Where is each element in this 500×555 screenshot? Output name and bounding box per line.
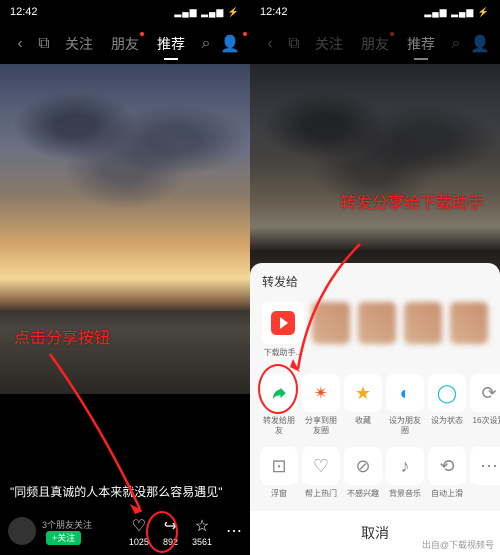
search-icon[interactable]: ⌕ bbox=[194, 35, 218, 53]
option-label: 16次设置 bbox=[473, 416, 500, 426]
action-row-2: ⊡ 浮窗 ♡ 帮上热门 ⊘ 不感兴趣 ♪ 背景音乐 ⟲ 自动上滑 ⋯ bbox=[250, 441, 500, 505]
option-icon: ⊡ bbox=[260, 447, 298, 485]
follow-button[interactable]: +关注 bbox=[46, 531, 81, 545]
tab-follow[interactable]: 关注 bbox=[65, 34, 93, 54]
contact-download-helper[interactable] bbox=[262, 302, 304, 344]
share-icon: ↪ bbox=[164, 516, 177, 536]
window-icon[interactable]: ⧉ bbox=[282, 35, 306, 53]
back-icon[interactable]: ‹ bbox=[8, 35, 32, 53]
option-label: 设为朋友圈 bbox=[386, 416, 424, 435]
caption: "同频且真诚的人本来就没那么容易遇见" bbox=[10, 483, 240, 500]
star-icon: ☆ bbox=[195, 516, 209, 536]
window-icon[interactable]: ⧉ bbox=[32, 35, 56, 53]
annotation-left: 点击分享按钮 bbox=[14, 324, 110, 348]
option-label: 不感兴趣 bbox=[347, 489, 379, 499]
share-action[interactable]: ↪ 892 bbox=[163, 516, 178, 547]
share-option[interactable]: ⊡ 浮窗 bbox=[260, 447, 298, 499]
option-icon: ⊘ bbox=[344, 447, 382, 485]
share-option[interactable]: ★ 收藏 bbox=[344, 374, 382, 435]
action-row-1: 转发给朋友✴ 分享到朋友圈★ 收藏 ◐ 设为朋友圈◯ 设为状态 ⟳ 16次设置 bbox=[250, 368, 500, 441]
status-bar: 12:42 ▂▄▆ ▂▄▆ ⚡ bbox=[0, 0, 250, 24]
search-icon[interactable]: ⌕ bbox=[444, 35, 468, 53]
feed-content[interactable]: 点击分享按钮 "同频且真诚的人本来就没那么容易遇见" 3个朋友关注 +关注 ♡ … bbox=[0, 64, 250, 555]
clock: 12:42 bbox=[260, 6, 288, 18]
tab-friends[interactable]: 朋友 bbox=[361, 34, 389, 54]
option-icon: ⋯ bbox=[470, 447, 500, 485]
annotation-right: 转发分享给下载助手 bbox=[340, 194, 484, 215]
status-icons: ▂▄▆ ▂▄▆ ⚡ bbox=[424, 7, 490, 18]
option-label: 自动上滑 bbox=[431, 489, 463, 499]
more-icon: ⋯ bbox=[226, 521, 242, 541]
share-option[interactable]: ✴ 分享到朋友圈 bbox=[302, 374, 340, 435]
share-option[interactable]: ⟲ 自动上滑 bbox=[428, 447, 466, 499]
tab-recommend[interactable]: 推荐 bbox=[407, 34, 435, 54]
share-option[interactable]: 转发给朋友 bbox=[260, 374, 298, 435]
option-label: 分享到朋友圈 bbox=[302, 416, 340, 435]
status-bar: 12:42 ▂▄▆ ▂▄▆ ⚡ bbox=[250, 0, 500, 24]
option-icon: ◯ bbox=[428, 374, 466, 412]
share-option[interactable]: ⟳ 16次设置 bbox=[470, 374, 500, 435]
more-action[interactable]: ⋯ bbox=[226, 521, 242, 542]
option-icon: ♡ bbox=[302, 447, 340, 485]
like-action[interactable]: ♡ 1025 bbox=[129, 516, 149, 547]
follow-info: 3个朋友关注 +关注 bbox=[42, 518, 115, 544]
option-icon: ⟲ bbox=[428, 447, 466, 485]
option-label: 收藏 bbox=[355, 416, 371, 426]
tab-recommend[interactable]: 推荐 bbox=[157, 34, 185, 54]
option-label: 转发给朋友 bbox=[260, 416, 298, 435]
share-option[interactable]: ⊘ 不感兴趣 bbox=[344, 447, 382, 499]
option-label: 设为状态 bbox=[431, 416, 463, 426]
tabs: 关注 朋友 推荐 bbox=[306, 34, 444, 54]
heart-icon: ♡ bbox=[132, 516, 146, 536]
share-option[interactable]: ⋯ bbox=[470, 447, 500, 499]
top-nav: ‹ ⧉ 关注 朋友 推荐 ⌕ 👤 bbox=[250, 24, 500, 64]
option-label: 帮上热门 bbox=[305, 489, 337, 499]
phone-left: 12:42 ▂▄▆ ▂▄▆ ⚡ ‹ ⧉ 关注 朋友 推荐 ⌕ 👤 点击分享按钮 bbox=[0, 0, 250, 555]
watermark: 出自@下载视频号 bbox=[422, 538, 494, 551]
download-app-icon bbox=[271, 311, 295, 335]
clock: 12:42 bbox=[10, 6, 38, 18]
option-label: 浮窗 bbox=[271, 489, 287, 499]
top-nav: ‹ ⧉ 关注 朋友 推荐 ⌕ 👤 bbox=[0, 24, 250, 64]
fav-action[interactable]: ☆ 3561 bbox=[192, 516, 212, 547]
sheet-title: 转发给 bbox=[250, 273, 500, 298]
contact-row: 下载助手... bbox=[250, 298, 500, 368]
share-sheet: 转发给 下载助手... 转发给朋友✴ 分享到朋友圈★ 收藏 ◐ 设为朋友圈◯ 设为状态 ⟳ 1… bbox=[250, 263, 500, 555]
back-icon[interactable]: ‹ bbox=[258, 35, 282, 53]
option-icon: ⟳ bbox=[470, 374, 500, 412]
option-icon: ◐ bbox=[386, 374, 424, 412]
share-option[interactable]: ◯ 设为状态 bbox=[428, 374, 466, 435]
contact-blurred[interactable] bbox=[404, 302, 442, 344]
contact-blurred[interactable] bbox=[450, 302, 488, 344]
option-icon: ★ bbox=[344, 374, 382, 412]
option-icon: ✴ bbox=[302, 374, 340, 412]
profile-icon[interactable]: 👤 bbox=[468, 34, 492, 54]
share-option[interactable]: ◐ 设为朋友圈 bbox=[386, 374, 424, 435]
avatar[interactable] bbox=[8, 517, 36, 545]
profile-icon[interactable]: 👤 bbox=[218, 34, 242, 54]
feed-content: 转发分享给下载助手 转发给 下载助手... 转发给朋友✴ bbox=[250, 64, 500, 555]
tabs: 关注 朋友 推荐 bbox=[56, 34, 194, 54]
phone-right: 12:42 ▂▄▆ ▂▄▆ ⚡ ‹ ⧉ 关注 朋友 推荐 ⌕ 👤 转发分享给下载… bbox=[250, 0, 500, 555]
share-option[interactable]: ♪ 背景音乐 bbox=[386, 447, 424, 499]
bottom-bar: 3个朋友关注 +关注 ♡ 1025 ↪ 892 ☆ 3561 ⋯ bbox=[0, 507, 250, 555]
status-icons: ▂▄▆ ▂▄▆ ⚡ bbox=[174, 7, 240, 18]
option-icon: ♪ bbox=[386, 447, 424, 485]
option-icon bbox=[260, 374, 298, 412]
tab-follow[interactable]: 关注 bbox=[315, 34, 343, 54]
share-option[interactable]: ♡ 帮上热门 bbox=[302, 447, 340, 499]
option-label: 背景音乐 bbox=[389, 489, 421, 499]
tab-friends[interactable]: 朋友 bbox=[111, 34, 139, 54]
contact-blurred[interactable] bbox=[312, 302, 350, 344]
contact-blurred[interactable] bbox=[358, 302, 396, 344]
